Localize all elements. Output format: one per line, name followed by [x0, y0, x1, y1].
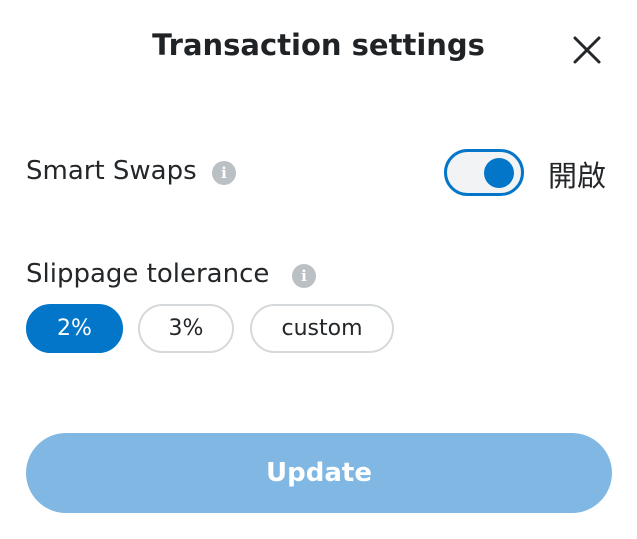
update-button[interactable]: Update	[26, 433, 612, 513]
slippage-info-icon[interactable]: i	[292, 264, 316, 288]
slippage-option-3[interactable]: 3%	[138, 304, 234, 353]
toggle-state-label: 開啟	[548, 159, 607, 193]
slippage-option-custom[interactable]: custom	[250, 304, 394, 353]
smart-swaps-label: Smart Swaps	[26, 156, 197, 186]
page-title: Transaction settings	[152, 28, 485, 62]
slippage-tolerance-label: Slippage tolerance	[26, 259, 270, 289]
smart-swaps-info-icon[interactable]: i	[212, 161, 236, 185]
slippage-option-2[interactable]: 2%	[26, 304, 123, 353]
close-icon[interactable]	[570, 33, 604, 67]
smart-swaps-toggle[interactable]	[444, 149, 524, 196]
toggle-knob	[484, 158, 514, 188]
